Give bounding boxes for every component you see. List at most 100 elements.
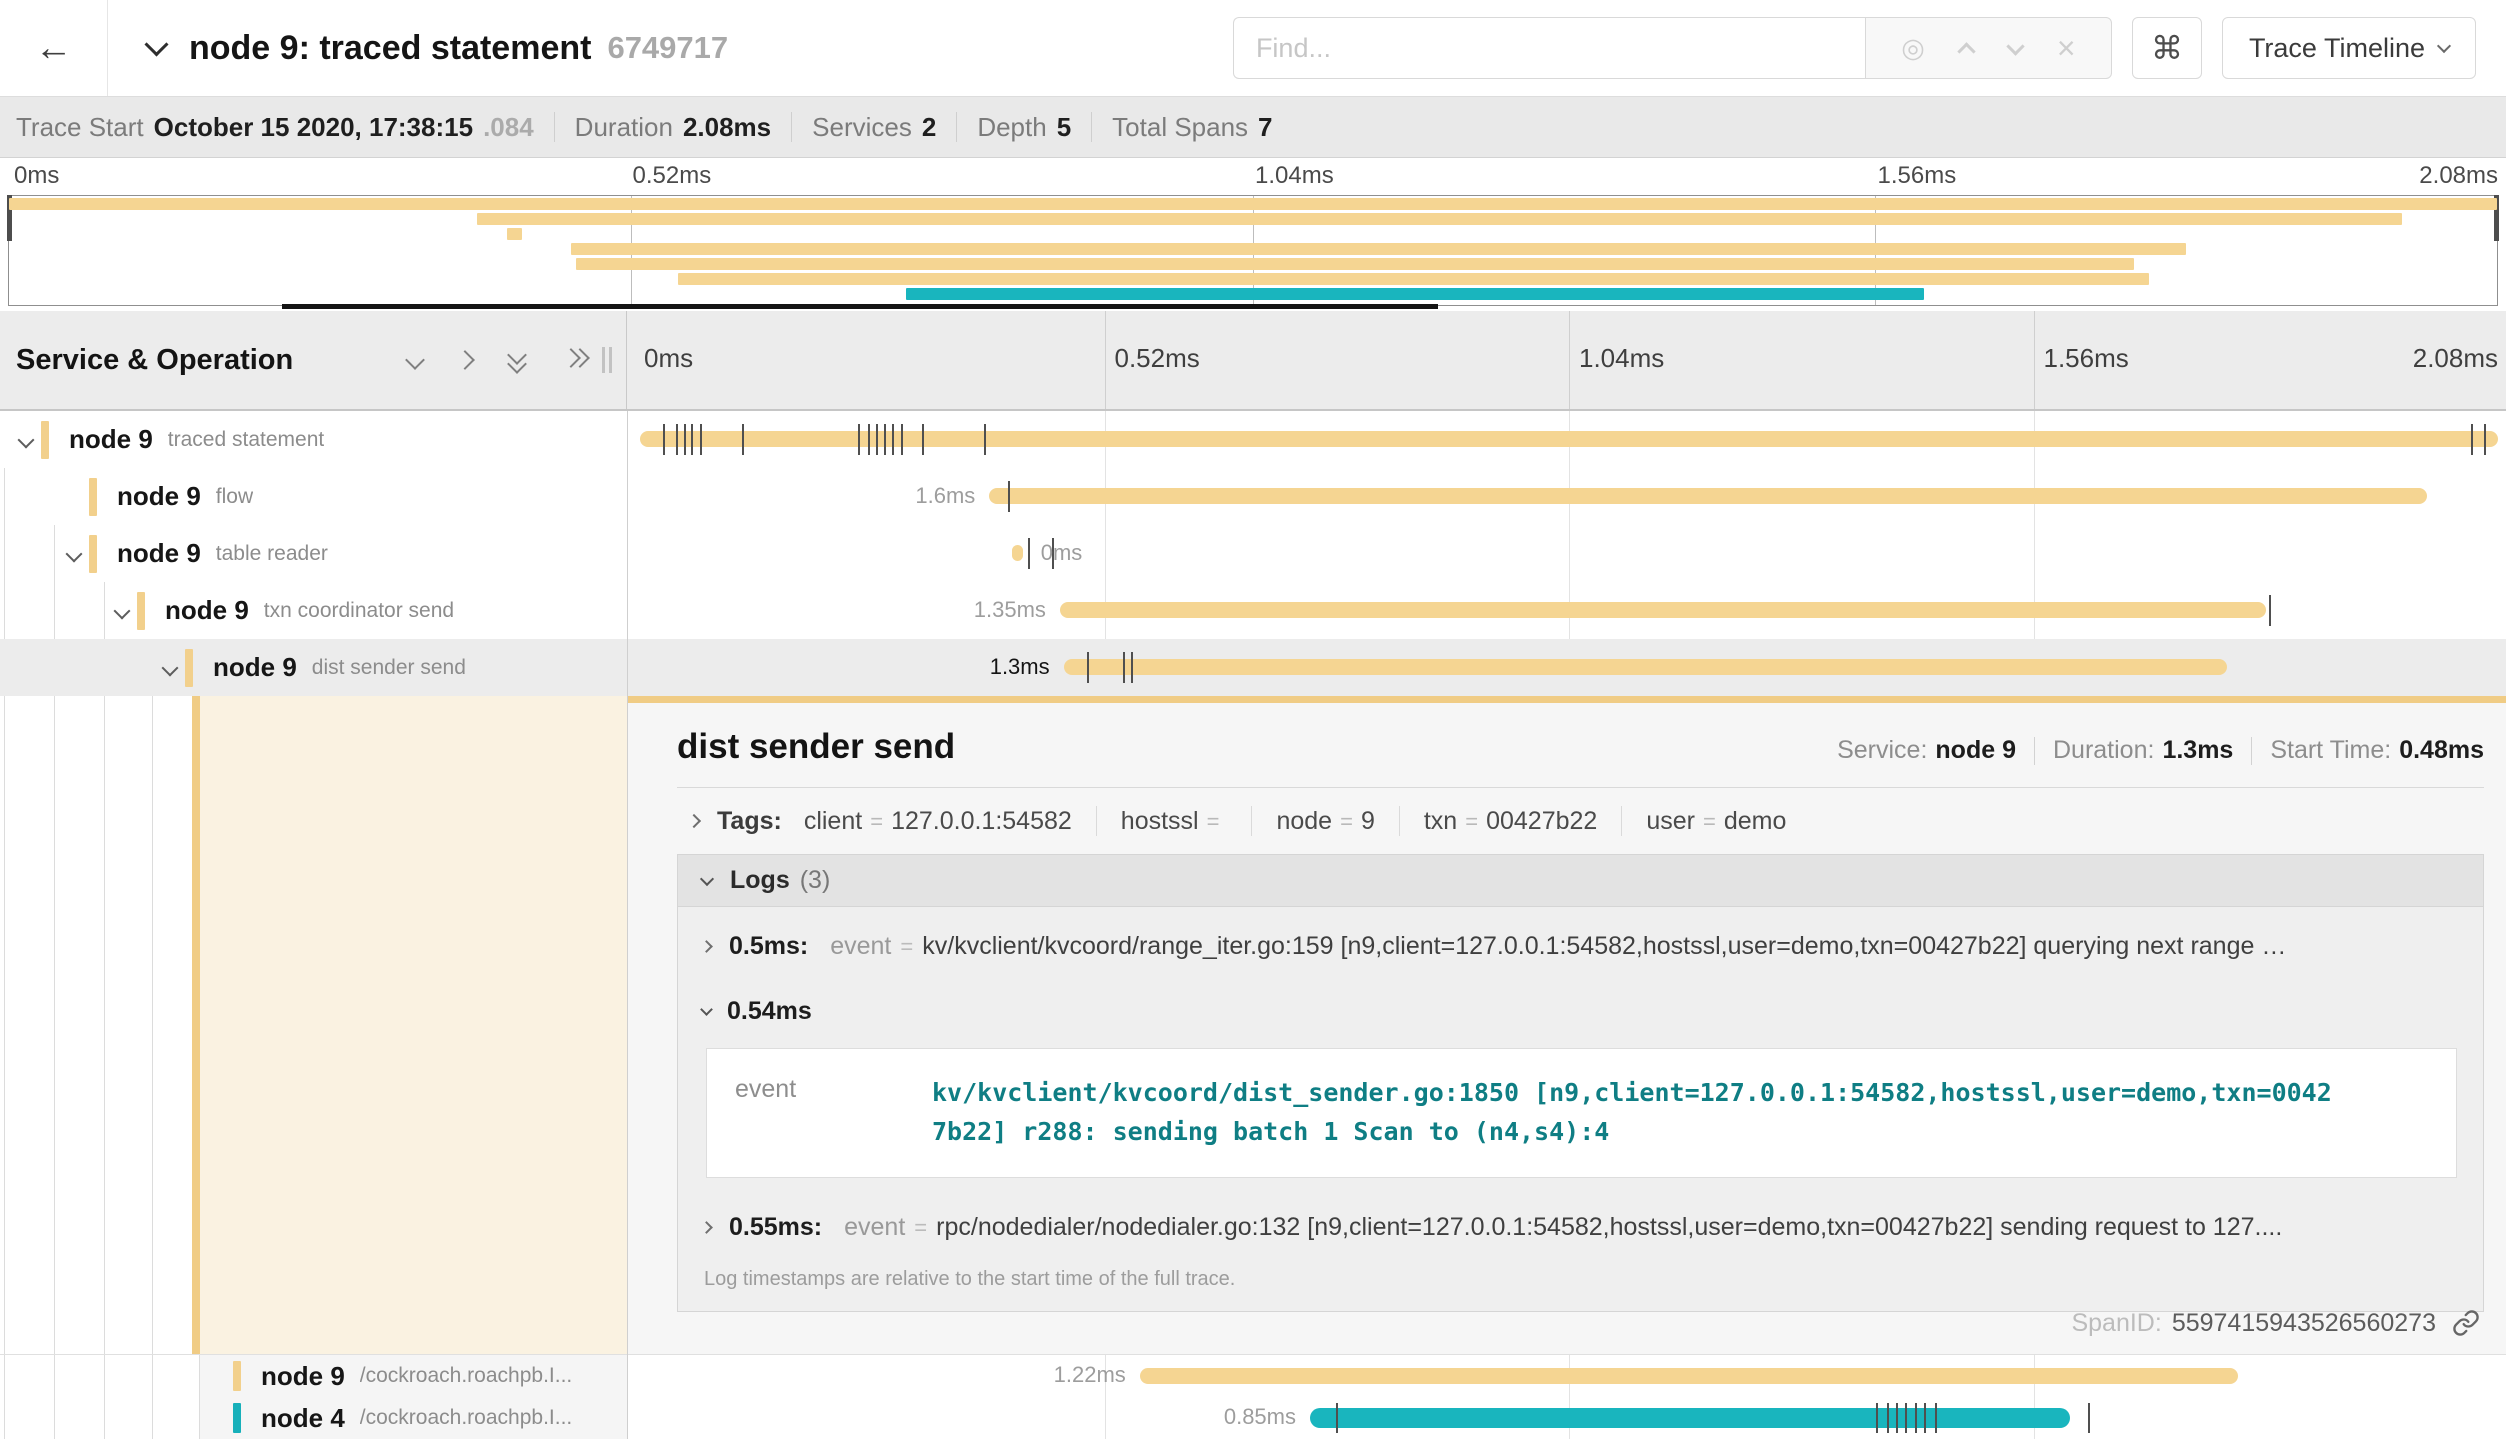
span-event-tick xyxy=(676,424,678,455)
span-duration-bar[interactable] xyxy=(1064,659,2227,675)
chevron-down-icon[interactable] xyxy=(162,659,179,676)
title-chevron-down-icon[interactable] xyxy=(144,32,168,56)
chevron-down-icon[interactable] xyxy=(114,602,131,619)
span-tree-cell[interactable]: node 9 traced statement xyxy=(0,411,627,468)
duration-label: Duration xyxy=(575,112,673,143)
span-operation: flow xyxy=(216,485,253,509)
depth-value: 5 xyxy=(1057,112,1071,143)
minimap-span xyxy=(477,213,2403,225)
minimap-span xyxy=(576,258,2133,270)
span-tree-cell[interactable]: node 4 /cockroach.roachpb.I... xyxy=(0,1397,627,1439)
view-chevron-down-icon xyxy=(2437,39,2451,53)
logs-header[interactable]: Logs (3) xyxy=(678,855,2483,907)
span-duration-bar[interactable] xyxy=(1060,602,2266,618)
minimap-canvas[interactable] xyxy=(8,195,2498,306)
span-service: node 9 xyxy=(213,652,297,683)
span-duration-bar[interactable] xyxy=(1140,1368,2238,1384)
span-service: node 9 xyxy=(261,1361,345,1392)
locate-icon[interactable]: ◎ xyxy=(1901,35,1925,62)
span-row-node9-batch[interactable]: node 9 /cockroach.roachpb.I... 1.22ms xyxy=(0,1355,2506,1397)
span-row-dist-sender-send[interactable]: node 9 dist sender send 1.3ms xyxy=(0,639,2506,696)
span-tree-cell[interactable]: node 9 /cockroach.roachpb.I... xyxy=(0,1355,627,1397)
collapse-all-icon[interactable] xyxy=(508,348,528,372)
trace-id: 6749717 xyxy=(607,30,728,66)
ruler-tick: 0ms xyxy=(644,343,693,374)
depth-label: Depth xyxy=(977,112,1046,143)
span-service: node 9 xyxy=(117,481,201,512)
log-row-0.5ms[interactable]: 0.5ms: event= kv/kvclient/kvcoord/range_… xyxy=(678,907,2483,971)
span-duration-bar[interactable] xyxy=(1012,545,1023,561)
span-event-tick xyxy=(892,424,894,455)
find-clear-icon[interactable]: × xyxy=(2057,32,2076,64)
minimap-tick: 2.08ms xyxy=(2419,162,2498,190)
view-select-label: Trace Timeline xyxy=(2249,33,2425,64)
span-event-tick xyxy=(742,424,744,455)
detail-title: dist sender send xyxy=(677,727,955,767)
column-resize-handle[interactable] xyxy=(602,347,612,373)
view-select-button[interactable]: Trace Timeline xyxy=(2222,17,2476,79)
tags-row[interactable]: Tags: client=127.0.0.1:54582 hostssl= no… xyxy=(677,806,2484,836)
column-divider[interactable] xyxy=(627,411,628,1439)
start-time-label: Start Time: xyxy=(2270,736,2391,764)
service-value: node 9 xyxy=(1935,736,2016,764)
chevron-down-icon[interactable] xyxy=(18,431,35,448)
divider xyxy=(956,112,957,142)
trace-summary-bar: Trace Start October 15 2020, 17:38:15.08… xyxy=(0,96,2506,158)
tag-client: client=127.0.0.1:54582 xyxy=(804,807,1072,836)
span-lane: 0ms xyxy=(627,525,2506,582)
expand-one-icon[interactable] xyxy=(458,353,472,367)
span-color-bar xyxy=(137,592,145,630)
minimap-tick: 0.52ms xyxy=(633,162,712,190)
timeline-header-row: Service & Operation 0ms 0.52ms 1.04ms 1.… xyxy=(0,311,2506,411)
find-next-icon[interactable] xyxy=(2006,37,2024,55)
span-rows-area: node 9 traced statement node 9 flow 1.6m… xyxy=(0,411,2506,1439)
minimap-focus-bar[interactable] xyxy=(282,304,1438,309)
span-event-tick xyxy=(876,424,878,455)
trace-start-label: Trace Start xyxy=(16,112,144,143)
span-duration-bar[interactable] xyxy=(989,488,2427,504)
detail-left-fill xyxy=(200,696,627,1354)
span-event-tick xyxy=(868,424,870,455)
link-icon[interactable] xyxy=(2452,1309,2480,1337)
keyboard-shortcuts-button[interactable]: ⌘ xyxy=(2132,17,2202,79)
back-button[interactable]: ← xyxy=(0,0,108,96)
span-row-flow[interactable]: node 9 flow 1.6ms xyxy=(0,468,2506,525)
span-service: node 9 xyxy=(165,595,249,626)
expand-all-icon[interactable] xyxy=(564,348,584,372)
log-row-toggle[interactable]: 0.54ms xyxy=(678,971,2483,1030)
collapse-one-icon[interactable] xyxy=(408,353,422,367)
span-row-table-reader[interactable]: node 9 table reader 0ms xyxy=(0,525,2506,582)
minimap-span xyxy=(906,288,1924,300)
span-duration-bar[interactable] xyxy=(1310,1408,2070,1428)
span-row-txn-coordinator-send[interactable]: node 9 txn coordinator send 1.35ms xyxy=(0,582,2506,639)
span-tree-cell[interactable]: node 9 table reader xyxy=(0,525,627,582)
span-duration-label: 0ms xyxy=(1041,540,1083,566)
chevron-down-icon[interactable] xyxy=(66,545,83,562)
chevron-right-icon xyxy=(687,814,701,828)
span-duration-label: 0.85ms xyxy=(1224,1404,1296,1430)
tag-node: node=9 xyxy=(1276,807,1374,836)
span-row-node4-batch[interactable]: node 4 /cockroach.roachpb.I... 0.85ms xyxy=(0,1397,2506,1439)
span-row-traced-statement[interactable]: node 9 traced statement xyxy=(0,411,2506,468)
span-tree-cell[interactable]: node 9 txn coordinator send xyxy=(0,582,627,639)
duration-value: 2.08ms xyxy=(683,112,771,143)
span-tree-cell[interactable]: node 9 dist sender send xyxy=(0,639,627,696)
span-tree-cell[interactable]: node 9 flow xyxy=(0,468,627,525)
span-operation: traced statement xyxy=(168,428,324,452)
span-event-tick xyxy=(1896,1403,1898,1433)
service-operation-header: Service & Operation xyxy=(0,311,627,409)
services-value: 2 xyxy=(922,112,936,143)
find-controls: ◎ × xyxy=(1865,17,2112,79)
minimap-tick-labels: 0ms 0.52ms 1.04ms 1.56ms 2.08ms xyxy=(8,162,2498,194)
find-input[interactable] xyxy=(1233,17,1865,79)
ruler-tick: 1.56ms xyxy=(2044,343,2129,374)
span-duration-bar[interactable] xyxy=(640,431,2498,447)
span-event-tick xyxy=(858,424,860,455)
span-detail-panel: dist sender send Service:node 9 Duration… xyxy=(627,696,2506,1354)
span-color-bar xyxy=(233,1403,241,1433)
find-prev-icon[interactable] xyxy=(1957,42,1975,60)
log-row-0.55ms[interactable]: 0.55ms: event= rpc/nodedialer/nodedialer… xyxy=(678,1188,2483,1252)
span-event-tick xyxy=(1887,1403,1889,1433)
service-label: Service: xyxy=(1837,736,1927,764)
span-operation: dist sender send xyxy=(312,656,466,680)
